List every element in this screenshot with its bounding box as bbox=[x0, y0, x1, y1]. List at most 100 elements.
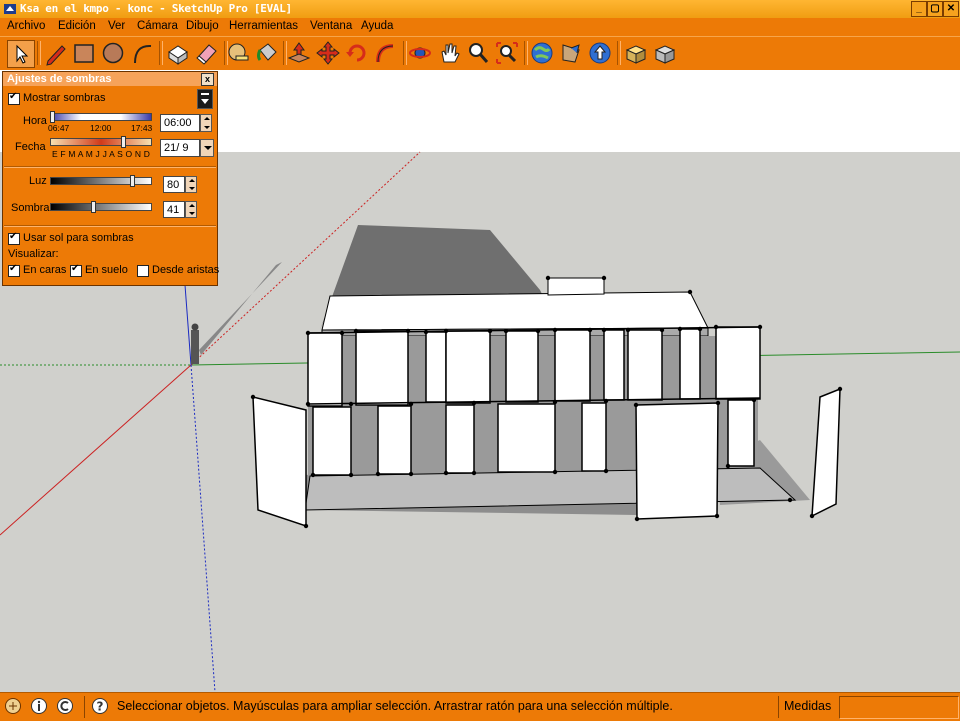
push-pull-tool-button[interactable] bbox=[286, 40, 312, 66]
shadow-slider-thumb[interactable] bbox=[91, 201, 96, 213]
minimize-button[interactable]: _ bbox=[911, 1, 927, 17]
rotate-tool-button[interactable] bbox=[344, 40, 370, 66]
time-slider[interactable] bbox=[50, 113, 152, 121]
warehouse-upload-button[interactable] bbox=[623, 40, 649, 66]
eraser-icon bbox=[196, 44, 217, 65]
light-slider-thumb[interactable] bbox=[130, 175, 135, 187]
rectangle-icon bbox=[74, 44, 94, 63]
svg-text:?: ? bbox=[97, 700, 104, 714]
light-input[interactable]: 80 bbox=[163, 176, 185, 193]
menu-edicion[interactable]: Edición bbox=[58, 20, 96, 32]
on-faces-label: En caras bbox=[23, 264, 67, 276]
menu-ayuda[interactable]: Ayuda bbox=[361, 20, 393, 32]
share-model-button[interactable] bbox=[587, 40, 613, 66]
main-toolbar bbox=[0, 36, 960, 72]
move-tool-button[interactable] bbox=[315, 40, 341, 66]
make-component-button[interactable] bbox=[165, 40, 191, 66]
hand-icon bbox=[441, 43, 460, 63]
zoom-tool-button[interactable] bbox=[465, 40, 491, 66]
time-spinner[interactable] bbox=[200, 114, 212, 132]
warehouse-box-icon bbox=[625, 45, 647, 64]
menu-ventana[interactable]: Ventana bbox=[310, 20, 352, 32]
date-months: E F M A M J J A S O N D bbox=[52, 149, 151, 159]
tape-measure-icon bbox=[228, 43, 249, 61]
show-shadows-checkbox[interactable] bbox=[8, 91, 20, 105]
date-slider[interactable] bbox=[50, 138, 152, 146]
on-faces-checkbox[interactable] bbox=[8, 263, 20, 277]
share-component-icon bbox=[562, 44, 580, 63]
time-input[interactable]: 06:00 bbox=[160, 114, 200, 132]
time-tick-start: 06:47 bbox=[48, 123, 70, 133]
orbit-tool-button[interactable] bbox=[407, 40, 433, 66]
share-component-button[interactable] bbox=[558, 40, 584, 66]
status-message: Seleccionar objetos. Mayúsculas para amp… bbox=[117, 699, 673, 713]
shadow-slider[interactable] bbox=[50, 203, 152, 211]
arrow-cursor-icon bbox=[16, 44, 29, 64]
panel-title-bar[interactable]: Ajustes de sombras x bbox=[3, 72, 217, 86]
time-tick-noon: 12:00 bbox=[90, 123, 112, 133]
date-slider-thumb[interactable] bbox=[121, 136, 126, 148]
use-sun-label: Usar sol para sombras bbox=[23, 232, 134, 244]
use-sun-checkbox[interactable] bbox=[8, 231, 20, 245]
circle-tool-button[interactable] bbox=[100, 40, 126, 66]
pan-tool-button[interactable] bbox=[436, 40, 462, 66]
zoom-extents-button[interactable] bbox=[494, 40, 520, 66]
from-edges-label: Desde aristas bbox=[152, 264, 220, 276]
menu-ver[interactable]: Ver bbox=[108, 20, 125, 32]
menu-camara[interactable]: Cámara bbox=[137, 20, 178, 32]
license-icon[interactable] bbox=[56, 697, 74, 715]
rotate-icon bbox=[346, 44, 366, 62]
menu-archivo[interactable]: Archivo bbox=[7, 20, 45, 32]
date-dropdown-button[interactable] bbox=[200, 139, 214, 157]
upper-panels bbox=[307, 326, 761, 407]
paint-bucket-tool-button[interactable] bbox=[254, 40, 280, 66]
shadow-settings-panel: Ajustes de sombras x Mostrar sombras Hor… bbox=[2, 71, 220, 286]
status-divider bbox=[84, 696, 85, 718]
window-title: Ksa en el kmpo - konc - SketchUp Pro [EV… bbox=[20, 2, 292, 15]
collapse-icon bbox=[201, 93, 209, 104]
panel-close-button[interactable]: x bbox=[201, 73, 214, 86]
light-label: Luz bbox=[29, 175, 47, 187]
follow-me-tool-button[interactable] bbox=[373, 40, 399, 66]
menu-herramientas[interactable]: Herramientas bbox=[229, 20, 298, 32]
show-shadows-label: Mostrar sombras bbox=[23, 92, 106, 104]
light-spinner[interactable] bbox=[185, 176, 197, 193]
pencil-tool-button[interactable] bbox=[43, 40, 69, 66]
maximize-button[interactable]: ▢ bbox=[927, 1, 943, 17]
date-input[interactable]: 21/ 9 bbox=[160, 139, 200, 157]
panel-title: Ajustes de sombras bbox=[7, 73, 112, 85]
shadow-input[interactable]: 41 bbox=[163, 201, 185, 218]
eraser-tool-button[interactable] bbox=[194, 40, 220, 66]
panel-collapse-button[interactable] bbox=[197, 89, 213, 109]
orbit-icon bbox=[409, 47, 431, 59]
globe-upload-icon bbox=[589, 42, 611, 64]
front-door-panel bbox=[635, 402, 719, 520]
geo-location-icon[interactable] bbox=[4, 697, 22, 715]
select-tool-button[interactable] bbox=[7, 40, 35, 68]
warehouse-download-button[interactable] bbox=[652, 40, 678, 66]
shadow-spinner[interactable] bbox=[185, 201, 197, 218]
get-models-button[interactable] bbox=[529, 40, 555, 66]
rectangle-tool-button[interactable] bbox=[71, 40, 97, 66]
light-slider[interactable] bbox=[50, 177, 152, 185]
from-edges-checkbox[interactable] bbox=[137, 265, 149, 277]
time-slider-thumb[interactable] bbox=[50, 111, 55, 123]
sketchup-logo-icon bbox=[4, 4, 16, 14]
credits-icon[interactable] bbox=[30, 697, 48, 715]
on-ground-checkbox[interactable] bbox=[70, 263, 82, 277]
circle-icon bbox=[102, 42, 124, 64]
measurements-input[interactable] bbox=[839, 696, 959, 719]
pencil-icon bbox=[46, 45, 66, 66]
component-icon bbox=[168, 45, 188, 65]
panel-divider bbox=[4, 166, 216, 168]
arc-tool-button[interactable] bbox=[129, 40, 155, 66]
close-button[interactable]: ✕ bbox=[943, 1, 959, 17]
on-ground-label: En suelo bbox=[85, 264, 128, 276]
paint-bucket-icon bbox=[257, 43, 277, 61]
toolbar-separator bbox=[524, 41, 528, 65]
status-bar: ? Seleccionar objetos. Mayúsculas para a… bbox=[0, 692, 960, 721]
left-side-panel bbox=[252, 396, 307, 528]
tape-measure-tool-button[interactable] bbox=[225, 40, 251, 66]
help-icon[interactable]: ? bbox=[91, 697, 109, 715]
menu-dibujo[interactable]: Dibujo bbox=[186, 20, 219, 32]
